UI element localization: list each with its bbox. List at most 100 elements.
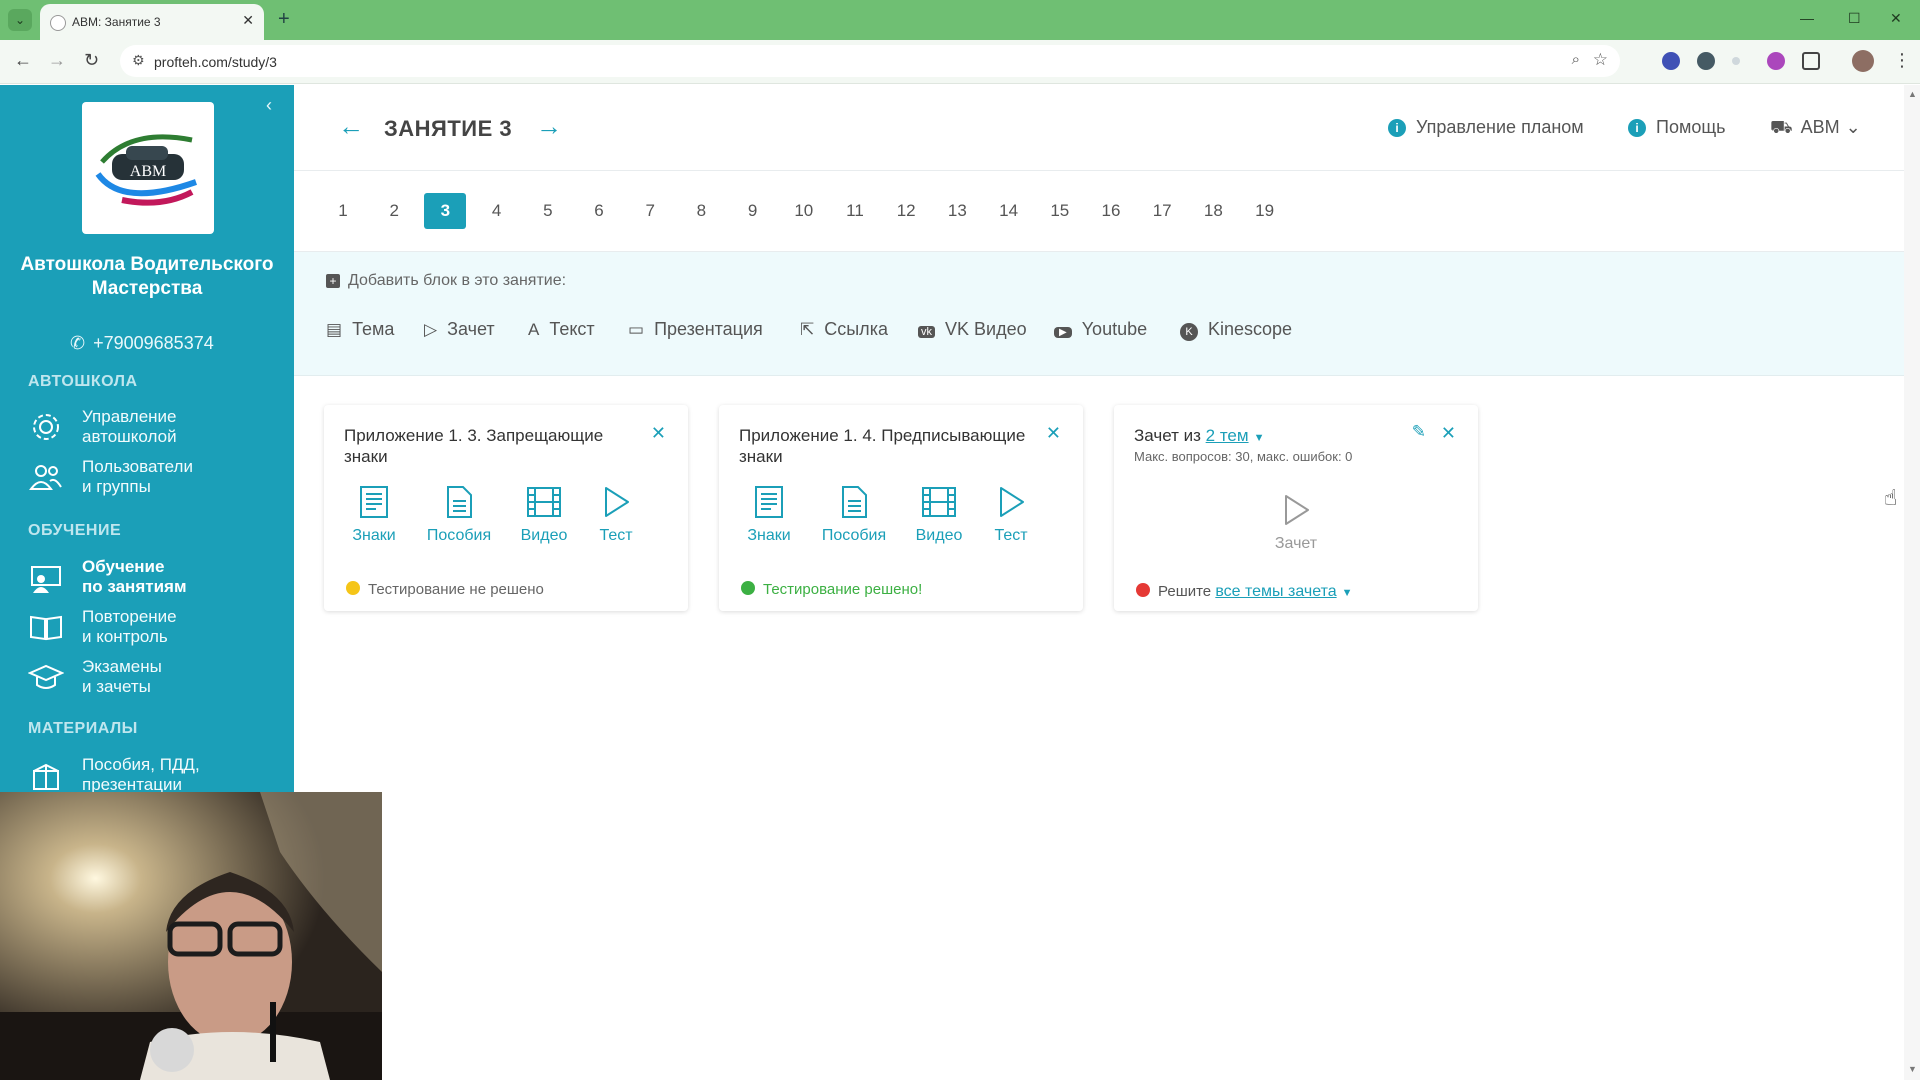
page-number-button[interactable]: 15: [1039, 193, 1081, 229]
plan-management-link[interactable]: i Управление планом: [1388, 117, 1584, 138]
add-kinescope-button[interactable]: K Kinescope: [1180, 319, 1292, 341]
block-type-label: Тема: [352, 319, 395, 339]
next-lesson-arrow-icon[interactable]: →: [536, 111, 562, 142]
page-number-button[interactable]: 11: [834, 193, 876, 229]
zoom-icon[interactable]: ⌕: [1572, 51, 1580, 68]
page-number-button[interactable]: 16: [1090, 193, 1132, 229]
page-number-button[interactable]: 12: [885, 193, 927, 229]
remove-card-close-icon[interactable]: ✕: [651, 423, 666, 444]
prev-lesson-arrow-icon[interactable]: ←: [338, 111, 364, 142]
card-status: Тестирование не решено: [346, 581, 544, 598]
main-content: ← ЗАНЯТИЕ 3 → i Управление планом i Помощь…: [294, 85, 1904, 1080]
page-number-button[interactable]: 7: [629, 193, 671, 229]
caret-down-icon[interactable]: ▼: [1342, 587, 1353, 599]
forward-icon[interactable]: →: [48, 50, 66, 71]
sidebar-item-lessons[interactable]: Обучение по занятиям: [28, 555, 278, 601]
add-presentation-button[interactable]: ▭ Презентация: [628, 319, 763, 340]
tab-close-icon[interactable]: ✕: [242, 12, 254, 29]
page-number-button[interactable]: 17: [1141, 193, 1183, 229]
back-icon[interactable]: ←: [14, 50, 32, 71]
sidebar-item-school-management[interactable]: Управление автошколой: [28, 405, 278, 451]
topic-card[interactable]: Приложение 1. 3. Запрещающие знаки ✕ Зна…: [324, 405, 688, 611]
add-link-button[interactable]: ⇱ Ссылка: [800, 319, 888, 340]
material-guides-button[interactable]: Пособия: [814, 485, 894, 545]
page-number-button[interactable]: 5: [527, 193, 569, 229]
play-icon: [1285, 495, 1309, 525]
new-tab-button[interactable]: +: [278, 8, 290, 31]
page-number-button[interactable]: 4: [476, 193, 518, 229]
page-number-button[interactable]: 19: [1244, 193, 1286, 229]
add-vk-video-button[interactable]: vk VK Видео: [918, 319, 1027, 340]
sidebar-item-review[interactable]: Повторение и контроль: [28, 605, 278, 651]
add-topic-button[interactable]: ▤ Тема: [326, 319, 394, 340]
account-menu[interactable]: ⛟ АВМ ⌄: [1770, 117, 1861, 141]
film-icon: [922, 487, 956, 517]
page-number-button[interactable]: 10: [783, 193, 825, 229]
page-number-button[interactable]: 13: [936, 193, 978, 229]
exam-card[interactable]: Зачет из 2 тем ▼ ✎ ✕ Макс. вопросов: 30, …: [1114, 405, 1478, 611]
page-number-button[interactable]: 9: [732, 193, 774, 229]
address-bar[interactable]: ⚙ profteh.com/study/3 ⌕ ☆: [120, 45, 1620, 77]
sidebar-item-users[interactable]: Пользователи и группы: [28, 455, 278, 501]
extension-globe-icon[interactable]: [1662, 52, 1680, 70]
material-video-button[interactable]: Видео: [504, 485, 584, 545]
add-test-button[interactable]: ▷ Зачет: [424, 319, 495, 340]
webcam-overlay: [0, 792, 382, 1080]
page-scrollbar[interactable]: ▲ ▼: [1904, 85, 1920, 1080]
material-guides-button[interactable]: Пособия: [419, 485, 499, 545]
status-dot-icon: [741, 581, 755, 595]
status-prefix: Решите: [1158, 583, 1212, 600]
info-icon: i: [1388, 119, 1406, 137]
school-logo[interactable]: АВМ: [82, 102, 214, 234]
exam-topics-link[interactable]: 2 тем: [1206, 426, 1249, 445]
maximize-icon[interactable]: ☐: [1848, 10, 1861, 27]
sidebar-item-exams[interactable]: Экзамены и зачеты: [28, 655, 278, 701]
sidebar-collapse-icon[interactable]: ‹: [266, 95, 272, 116]
tab-search-button[interactable]: ⌄: [8, 9, 32, 31]
scroll-down-icon[interactable]: ▼: [1908, 1064, 1917, 1074]
extensions-puzzle-icon[interactable]: [1802, 52, 1820, 70]
material-signs-button[interactable]: Знаки: [334, 485, 414, 545]
edit-pencil-icon[interactable]: ✎: [1412, 422, 1426, 442]
minimize-icon[interactable]: —: [1800, 10, 1814, 26]
page-number-button[interactable]: 18: [1192, 193, 1234, 229]
page-number-button[interactable]: 6: [578, 193, 620, 229]
page-number-button[interactable]: 3: [424, 193, 467, 229]
site-info-icon[interactable]: ⚙: [132, 52, 145, 69]
bookmark-star-icon[interactable]: ☆: [1593, 50, 1608, 70]
remove-card-close-icon[interactable]: ✕: [1441, 423, 1456, 444]
material-video-button[interactable]: Видео: [899, 485, 979, 545]
material-signs-button[interactable]: Знаки: [729, 485, 809, 545]
all-exam-topics-link[interactable]: все темы зачета: [1215, 583, 1336, 600]
page-number-button[interactable]: 8: [680, 193, 722, 229]
remove-card-close-icon[interactable]: ✕: [1046, 423, 1061, 444]
scroll-up-icon[interactable]: ▲: [1908, 89, 1917, 99]
add-youtube-button[interactable]: ▶ Youtube: [1054, 319, 1147, 340]
start-exam-button[interactable]: Зачет: [1256, 493, 1336, 553]
extension-dot-icon[interactable]: [1732, 57, 1740, 65]
exam-topics-dropdown[interactable]: 2 тем: [1206, 426, 1249, 445]
material-label: Тест: [994, 527, 1028, 544]
add-text-button[interactable]: A Текст: [528, 319, 595, 340]
extension-purple-icon[interactable]: [1767, 52, 1785, 70]
car-icon: ⛟: [1770, 117, 1793, 137]
youtube-icon: ▶: [1054, 327, 1072, 338]
extension-shield-icon[interactable]: [1697, 52, 1715, 70]
car-logo-icon: АВМ: [95, 134, 197, 206]
reload-icon[interactable]: ↻: [84, 50, 99, 71]
help-link[interactable]: i Помощь: [1628, 117, 1726, 138]
topic-card[interactable]: Приложение 1. 4. Предписывающие знаки ✕ …: [719, 405, 1083, 611]
play-icon: [605, 487, 629, 517]
page-number-button[interactable]: 2: [373, 193, 415, 229]
browser-tab[interactable]: АВМ: Занятие 3 ✕: [40, 4, 264, 40]
profile-avatar[interactable]: [1852, 50, 1874, 72]
window-close-icon[interactable]: ✕: [1890, 10, 1902, 27]
caret-down-icon[interactable]: ▼: [1254, 432, 1265, 444]
school-phone[interactable]: ✆ +79009685374: [70, 333, 214, 354]
material-test-button[interactable]: Тест: [971, 485, 1051, 545]
vk-icon: vk: [918, 326, 935, 338]
material-test-button[interactable]: Тест: [576, 485, 656, 545]
browser-menu-icon[interactable]: ⋮: [1893, 50, 1911, 71]
page-number-button[interactable]: 14: [988, 193, 1030, 229]
page-number-button[interactable]: 1: [322, 193, 364, 229]
